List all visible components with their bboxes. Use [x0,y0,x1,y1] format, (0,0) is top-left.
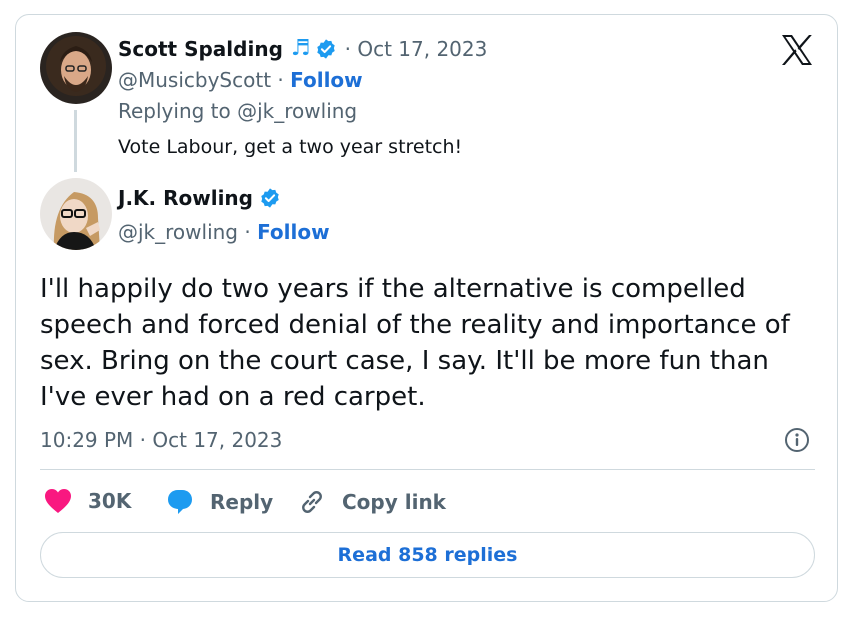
rowling-avatar[interactable] [40,178,112,250]
heart-icon [45,489,71,513]
reply-handle[interactable]: @MusicbyScott [118,68,271,92]
follow-rowling-button[interactable]: Follow [257,220,330,244]
reply-date[interactable]: · Oct 17, 2023 [345,37,488,61]
main-author-name[interactable]: J.K. Rowling [118,186,253,210]
reply-label: Reply [210,490,274,514]
reply-author-name[interactable]: Scott Spalding [118,37,283,61]
main-handle[interactable]: @jk_rowling [118,220,238,244]
tweet-text-line: I've ever had on a red carpet. [40,382,426,412]
link-icon [302,491,322,513]
verified-badge-icon [259,187,281,209]
copy-link-button[interactable]: Copy link [298,488,446,516]
thread-connector [74,110,77,172]
reply-tweet-text: Vote Labour, get a two year stretch! [118,136,463,158]
reply-author-row: Scott Spalding ♬ · Oct 17, 2023 [118,36,487,61]
replying-to-row: Replying to @jk_rowling [118,99,357,123]
scott-avatar[interactable] [40,32,112,104]
tweet-text-line: sex. Bring on the court case, I say. It'… [40,346,769,376]
main-tweet-text: I'll happily do two years if the alterna… [40,271,830,415]
music-note-icon: ♬ [290,36,311,61]
replying-to-prefix: Replying to [118,99,231,123]
tweet-text-line: I'll happily do two years if the alterna… [40,274,746,304]
like-button[interactable]: 30K [44,488,131,514]
separator-dot: · [244,220,251,244]
replying-to-handle[interactable]: @jk_rowling [237,99,357,123]
main-handle-row: @jk_rowling · Follow [118,220,330,244]
read-replies-button[interactable]: Read 858 replies [40,532,815,578]
copy-link-label: Copy link [342,490,446,514]
like-count: 30K [88,489,132,513]
speech-bubble-icon [168,490,192,514]
reply-handle-row: @MusicbyScott · Follow [118,68,363,92]
read-replies-label: Read 858 replies [337,544,518,566]
info-icon[interactable] [784,427,810,453]
separator-dot: · [277,68,284,92]
divider [40,469,815,470]
main-author-row: J.K. Rowling [118,186,281,210]
reply-button[interactable]: Reply [166,488,273,516]
verified-badge-icon [315,38,337,60]
tweet-timestamp[interactable]: 10:29 PM · Oct 17, 2023 [40,428,282,452]
x-logo-icon[interactable] [780,34,814,66]
tweet-text-line: speech and forced denial of the reality … [40,310,790,340]
follow-scott-button[interactable]: Follow [290,68,363,92]
